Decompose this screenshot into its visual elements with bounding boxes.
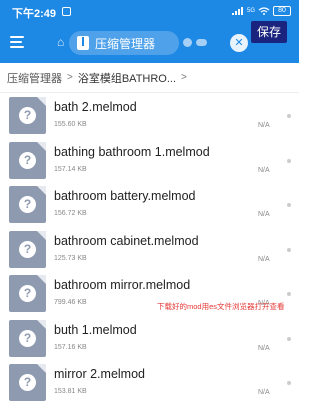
file-size: 799.46 KB <box>54 299 87 306</box>
home-icon[interactable]: ⌂ <box>57 35 64 49</box>
file-row[interactable]: ? mirror 2.melmod 153.81 KB N/A <box>0 360 299 405</box>
zip-icon <box>77 36 89 50</box>
window-icon[interactable] <box>183 38 192 47</box>
file-size: 153.81 KB <box>54 388 87 395</box>
file-date: N/A <box>258 211 270 218</box>
file-name: bathroom mirror.melmod <box>54 278 191 292</box>
tab-compression-manager[interactable]: 压缩管理器 ✕ <box>69 31 248 55</box>
file-date: N/A <box>258 122 270 129</box>
annotation-note: 下载好的mod用es文件浏览器打开查看 <box>157 302 285 311</box>
tab-label: 压缩管理器 <box>95 36 156 51</box>
breadcrumb-separator: > <box>181 72 187 83</box>
close-tab-icon[interactable]: ✕ <box>230 34 248 52</box>
wifi-icon <box>258 7 270 15</box>
signal-icon <box>231 7 243 15</box>
unknown-file-icon: ? <box>9 319 46 357</box>
file-size: 157.16 KB <box>54 343 87 351</box>
file-row[interactable]: ? buth 1.melmod 157.16 KB N/A <box>0 316 299 361</box>
file-row[interactable]: ? bath 2.melmod 155.60 KB N/A <box>0 93 299 138</box>
status-indicators: 5G 80 <box>231 5 291 17</box>
unknown-file-icon: ? <box>9 186 46 223</box>
file-row[interactable]: ? bathroom battery.melmod 156.72 KB N/A <box>0 182 299 227</box>
unknown-file-icon: ? <box>9 364 46 401</box>
select-indicator[interactable] <box>287 158 291 163</box>
file-row[interactable]: ? bathroom cabinet.melmod 125.73 KB N/A <box>0 227 299 272</box>
file-name: buth 1.melmod <box>54 322 137 337</box>
select-indicator[interactable] <box>287 247 291 252</box>
breadcrumb: 压缩管理器 > 浴室模组BATHRO... > <box>0 63 299 93</box>
network-type: 5G <box>246 8 255 14</box>
status-bar: 下午2:49 5G 80 <box>0 0 299 22</box>
file-date: N/A <box>258 166 270 174</box>
breadcrumb-root[interactable]: 压缩管理器 <box>7 70 62 86</box>
file-date: N/A <box>258 389 270 396</box>
file-list: ? bath 2.melmod 155.60 KB N/A ? bathing … <box>0 93 299 405</box>
unknown-file-icon: ? <box>9 141 46 179</box>
menu-icon[interactable] <box>10 35 28 49</box>
select-indicator[interactable] <box>287 336 291 341</box>
file-size: 156.72 KB <box>54 210 87 217</box>
file-name: bathroom cabinet.melmod <box>54 233 199 248</box>
file-name: bathroom battery.melmod <box>54 189 196 203</box>
file-date: N/A <box>258 344 270 352</box>
file-size: 155.60 KB <box>54 121 87 128</box>
select-indicator[interactable] <box>287 203 291 207</box>
breadcrumb-separator: > <box>67 72 73 83</box>
file-size: 125.73 KB <box>54 254 87 262</box>
unknown-file-icon: ? <box>9 230 46 268</box>
status-time: 下午2:49 <box>12 8 57 20</box>
file-size: 157.14 KB <box>54 165 87 173</box>
select-indicator[interactable] <box>287 381 291 385</box>
file-name: bathing bathroom 1.melmod <box>54 144 210 159</box>
battery-icon: 80 <box>273 6 291 16</box>
cloud-icon[interactable] <box>196 39 207 46</box>
unknown-file-icon: ? <box>9 97 46 134</box>
file-row[interactable]: ? bathing bathroom 1.melmod 157.14 KB N/… <box>0 138 299 183</box>
file-name: mirror 2.melmod <box>54 367 145 381</box>
unknown-file-icon: ? <box>9 275 46 312</box>
file-name: bath 2.melmod <box>54 100 137 114</box>
file-date: N/A <box>258 255 270 263</box>
app-notification-icon <box>62 7 71 16</box>
save-button[interactable]: 保存 <box>250 21 287 43</box>
breadcrumb-current[interactable]: 浴室模组BATHRO... <box>78 70 176 86</box>
select-indicator[interactable] <box>287 114 291 118</box>
select-indicator[interactable] <box>287 292 291 296</box>
